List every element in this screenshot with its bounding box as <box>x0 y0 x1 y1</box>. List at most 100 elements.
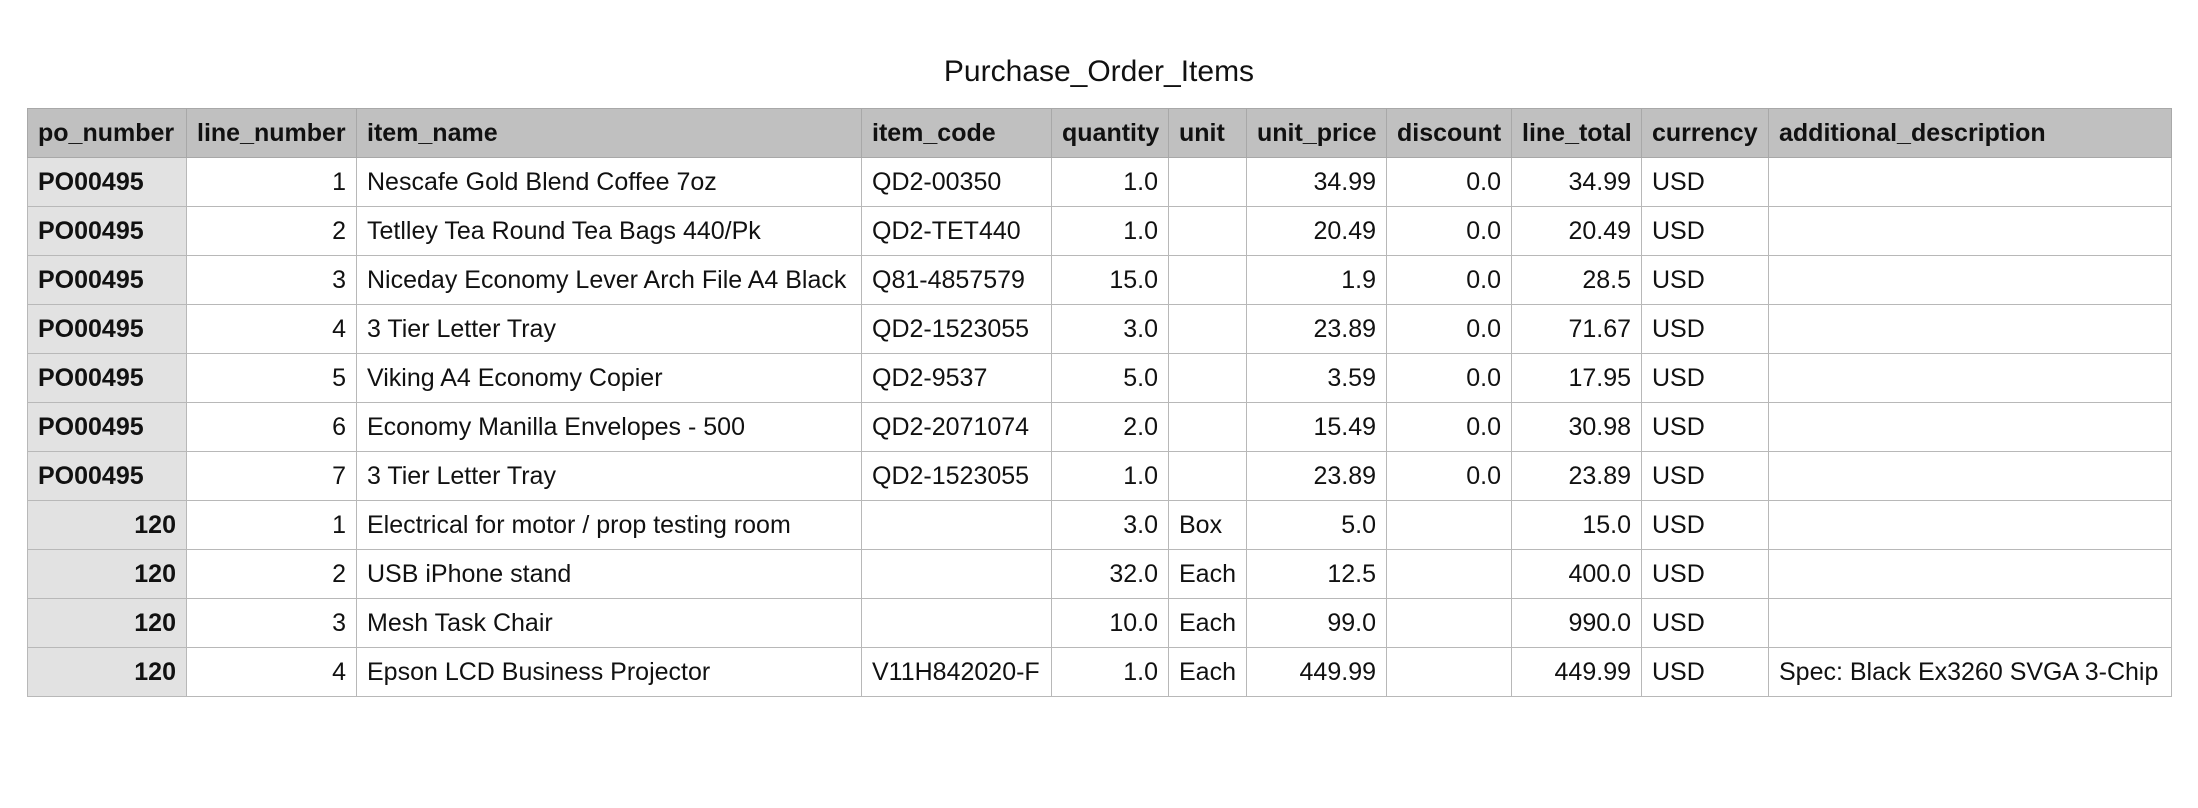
item-name-cell[interactable]: Economy Manilla Envelopes - 500 <box>356 402 862 452</box>
discount-cell[interactable]: 0.0 <box>1386 402 1512 452</box>
po-number-cell[interactable]: PO00495 <box>27 353 187 403</box>
item-name-cell[interactable]: 3 Tier Letter Tray <box>356 451 862 501</box>
unit-price-cell[interactable]: 34.99 <box>1246 157 1387 207</box>
quantity-cell[interactable]: 1.0 <box>1051 157 1169 207</box>
unit-cell[interactable] <box>1168 206 1247 256</box>
item-code-cell[interactable] <box>861 549 1052 599</box>
po-number-cell[interactable]: 120 <box>27 598 187 648</box>
item-name-cell[interactable]: Niceday Economy Lever Arch File A4 Black <box>356 255 862 305</box>
line-total-cell[interactable]: 23.89 <box>1511 451 1642 501</box>
item-code-cell[interactable] <box>861 598 1052 648</box>
quantity-cell[interactable]: 5.0 <box>1051 353 1169 403</box>
unit-price-cell[interactable]: 5.0 <box>1246 500 1387 550</box>
item-name-cell[interactable]: Tetlley Tea Round Tea Bags 440/Pk <box>356 206 862 256</box>
item-code-cell[interactable]: QD2-1523055 <box>861 304 1052 354</box>
currency-cell[interactable]: USD <box>1641 500 1769 550</box>
item-name-cell[interactable]: Nescafe Gold Blend Coffee 7oz <box>356 157 862 207</box>
item-name-cell[interactable]: Mesh Task Chair <box>356 598 862 648</box>
column-header-line-number[interactable]: line_number <box>186 108 357 158</box>
item-code-cell[interactable]: QD2-2071074 <box>861 402 1052 452</box>
po-number-cell[interactable]: 120 <box>27 647 187 697</box>
item-code-cell[interactable]: QD2-TET440 <box>861 206 1052 256</box>
column-header-additional-description[interactable]: additional_description <box>1768 108 2172 158</box>
unit-cell[interactable] <box>1168 402 1247 452</box>
discount-cell[interactable]: 0.0 <box>1386 206 1512 256</box>
unit-price-cell[interactable]: 23.89 <box>1246 451 1387 501</box>
line-number-cell[interactable]: 5 <box>186 353 357 403</box>
column-header-unit-price[interactable]: unit_price <box>1246 108 1387 158</box>
line-number-cell[interactable]: 2 <box>186 206 357 256</box>
line-number-cell[interactable]: 1 <box>186 500 357 550</box>
additional-description-cell[interactable] <box>1768 157 2172 207</box>
item-code-cell[interactable]: Q81-4857579 <box>861 255 1052 305</box>
item-name-cell[interactable]: USB iPhone stand <box>356 549 862 599</box>
line-total-cell[interactable]: 17.95 <box>1511 353 1642 403</box>
line-total-cell[interactable]: 449.99 <box>1511 647 1642 697</box>
line-number-cell[interactable]: 2 <box>186 549 357 599</box>
unit-cell[interactable]: Each <box>1168 647 1247 697</box>
additional-description-cell[interactable] <box>1768 549 2172 599</box>
column-header-item-code[interactable]: item_code <box>861 108 1052 158</box>
unit-price-cell[interactable]: 23.89 <box>1246 304 1387 354</box>
po-number-cell[interactable]: PO00495 <box>27 157 187 207</box>
unit-price-cell[interactable]: 20.49 <box>1246 206 1387 256</box>
quantity-cell[interactable]: 1.0 <box>1051 206 1169 256</box>
additional-description-cell[interactable] <box>1768 206 2172 256</box>
discount-cell[interactable] <box>1386 647 1512 697</box>
line-number-cell[interactable]: 7 <box>186 451 357 501</box>
additional-description-cell[interactable] <box>1768 451 2172 501</box>
po-number-cell[interactable]: PO00495 <box>27 206 187 256</box>
item-name-cell[interactable]: 3 Tier Letter Tray <box>356 304 862 354</box>
column-header-discount[interactable]: discount <box>1386 108 1512 158</box>
po-number-cell[interactable]: 120 <box>27 500 187 550</box>
currency-cell[interactable]: USD <box>1641 353 1769 403</box>
additional-description-cell[interactable] <box>1768 353 2172 403</box>
item-code-cell[interactable]: QD2-00350 <box>861 157 1052 207</box>
column-header-line-total[interactable]: line_total <box>1511 108 1642 158</box>
line-total-cell[interactable]: 28.5 <box>1511 255 1642 305</box>
additional-description-cell[interactable]: Spec: Black Ex3260 SVGA 3-Chip <box>1768 647 2172 697</box>
discount-cell[interactable]: 0.0 <box>1386 304 1512 354</box>
column-header-item-name[interactable]: item_name <box>356 108 862 158</box>
quantity-cell[interactable]: 32.0 <box>1051 549 1169 599</box>
quantity-cell[interactable]: 1.0 <box>1051 647 1169 697</box>
quantity-cell[interactable]: 3.0 <box>1051 304 1169 354</box>
quantity-cell[interactable]: 1.0 <box>1051 451 1169 501</box>
item-code-cell[interactable]: QD2-1523055 <box>861 451 1052 501</box>
discount-cell[interactable] <box>1386 549 1512 599</box>
item-name-cell[interactable]: Electrical for motor / prop testing room <box>356 500 862 550</box>
unit-price-cell[interactable]: 1.9 <box>1246 255 1387 305</box>
currency-cell[interactable]: USD <box>1641 304 1769 354</box>
unit-price-cell[interactable]: 12.5 <box>1246 549 1387 599</box>
unit-cell[interactable]: Each <box>1168 549 1247 599</box>
unit-cell[interactable] <box>1168 304 1247 354</box>
unit-price-cell[interactable]: 99.0 <box>1246 598 1387 648</box>
additional-description-cell[interactable] <box>1768 402 2172 452</box>
currency-cell[interactable]: USD <box>1641 647 1769 697</box>
unit-cell[interactable]: Each <box>1168 598 1247 648</box>
line-total-cell[interactable]: 71.67 <box>1511 304 1642 354</box>
line-number-cell[interactable]: 4 <box>186 304 357 354</box>
currency-cell[interactable]: USD <box>1641 206 1769 256</box>
line-number-cell[interactable]: 6 <box>186 402 357 452</box>
quantity-cell[interactable]: 10.0 <box>1051 598 1169 648</box>
currency-cell[interactable]: USD <box>1641 598 1769 648</box>
discount-cell[interactable]: 0.0 <box>1386 255 1512 305</box>
additional-description-cell[interactable] <box>1768 255 2172 305</box>
line-total-cell[interactable]: 15.0 <box>1511 500 1642 550</box>
item-name-cell[interactable]: Viking A4 Economy Copier <box>356 353 862 403</box>
additional-description-cell[interactable] <box>1768 304 2172 354</box>
unit-price-cell[interactable]: 449.99 <box>1246 647 1387 697</box>
discount-cell[interactable] <box>1386 598 1512 648</box>
line-total-cell[interactable]: 20.49 <box>1511 206 1642 256</box>
po-number-cell[interactable]: PO00495 <box>27 402 187 452</box>
currency-cell[interactable]: USD <box>1641 402 1769 452</box>
item-code-cell[interactable]: V11H842020-F <box>861 647 1052 697</box>
line-total-cell[interactable]: 34.99 <box>1511 157 1642 207</box>
column-header-unit[interactable]: unit <box>1168 108 1247 158</box>
po-number-cell[interactable]: 120 <box>27 549 187 599</box>
unit-cell[interactable]: Box <box>1168 500 1247 550</box>
item-code-cell[interactable]: QD2-9537 <box>861 353 1052 403</box>
unit-cell[interactable] <box>1168 157 1247 207</box>
column-header-currency[interactable]: currency <box>1641 108 1769 158</box>
